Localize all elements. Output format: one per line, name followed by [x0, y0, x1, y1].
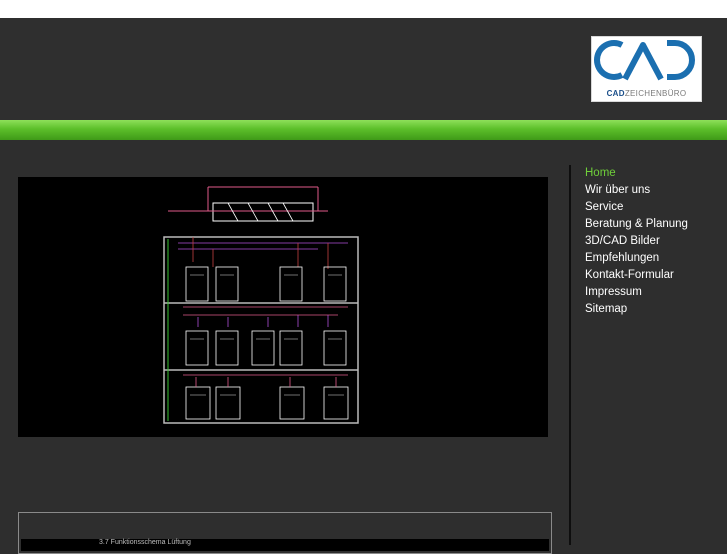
nav-item-beratung-planung[interactable]: Beratung & Planung: [585, 216, 688, 233]
top-band: [0, 0, 727, 18]
nav-item-service[interactable]: Service: [585, 199, 688, 216]
green-accent-bar: [0, 120, 727, 140]
main-navigation: Home Wir über uns Service Beratung & Pla…: [585, 165, 688, 318]
brand-name: CADZEICHENBÜRO: [606, 89, 687, 98]
nav-item-kontakt-formular[interactable]: Kontakt-Formular: [585, 267, 688, 284]
content-panel: 3.7 Funktionsschema Lüftung: [18, 512, 552, 554]
schematic-drawing: [163, 186, 359, 424]
nav-item-impressum[interactable]: Impressum: [585, 284, 688, 301]
nav-item-empfehlungen[interactable]: Empfehlungen: [585, 250, 688, 267]
panel-image-strip: 3.7 Funktionsschema Lüftung: [21, 539, 549, 551]
cad-logo[interactable]: CADZEICHENBÜRO: [591, 36, 702, 102]
nav-item-3d-cad-bilder[interactable]: 3D/CAD Bilder: [585, 233, 688, 250]
nav-divider: [569, 165, 571, 545]
hero-schematic-image: [18, 177, 548, 437]
panel-caption: 3.7 Funktionsschema Lüftung: [99, 539, 191, 546]
nav-item-sitemap[interactable]: Sitemap: [585, 301, 688, 318]
nav-item-wir-ueber-uns[interactable]: Wir über uns: [585, 182, 688, 199]
cad-logo-icon: [594, 40, 695, 81]
nav-item-home[interactable]: Home: [585, 165, 688, 182]
